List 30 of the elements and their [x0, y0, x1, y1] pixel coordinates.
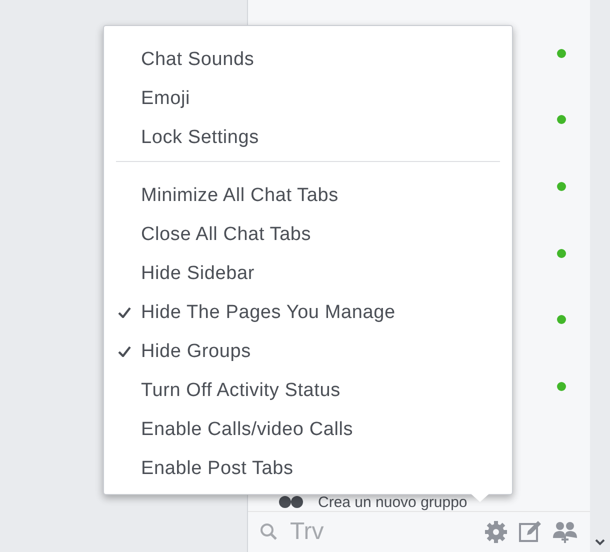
menu-item[interactable]: Emoji [104, 79, 512, 118]
menu-item[interactable]: Turn Off Activity Status [104, 371, 512, 410]
menu-item-label: Lock Settings [141, 126, 259, 148]
search-icon [260, 523, 278, 541]
menu-item-label: Close All Chat Tabs [141, 224, 312, 246]
menu-item[interactable]: Close All Chat Tabs [104, 215, 512, 254]
menu-item[interactable]: Lock Settings [104, 118, 512, 157]
menu-item-label: Hide Sidebar [141, 262, 254, 284]
chevron-down-icon[interactable] [595, 539, 605, 546]
menu-item-label: Hide Groups [141, 340, 251, 362]
compose-icon[interactable] [518, 520, 542, 544]
menu-item[interactable]: Hide Groups [104, 332, 512, 371]
add-people-icon[interactable] [552, 520, 578, 544]
menu-item[interactable]: Chat Sounds [104, 40, 512, 79]
menu-item-label: Hide The Pages You Manage [141, 302, 396, 324]
settings-icon[interactable] [484, 520, 508, 544]
menu-item-label: Chat Sounds [141, 48, 254, 70]
create-group-label[interactable]: Crea un nuovo gruppo [318, 494, 468, 510]
menu-item[interactable]: Minimize All Chat Tabs [104, 176, 512, 215]
menu-item[interactable]: Hide The Pages You Manage [104, 293, 512, 332]
search-field[interactable]: Trv [288, 517, 474, 547]
menu-item-label: Enable Calls/video Calls [141, 418, 354, 440]
menu-item-label: Minimize All Chat Tabs [141, 184, 338, 206]
menu-item[interactable]: Hide Sidebar [104, 254, 512, 293]
menu-item-label: Enable Post Tabs [141, 458, 294, 480]
menu-item-label: Emoji [141, 88, 190, 110]
group-icon [278, 496, 304, 508]
menu-item-label: Turn Off Activity Status [141, 380, 340, 402]
menu-item[interactable]: Enable Post Tabs [104, 449, 512, 488]
menu-item[interactable]: Enable Calls/video Calls [104, 410, 512, 449]
